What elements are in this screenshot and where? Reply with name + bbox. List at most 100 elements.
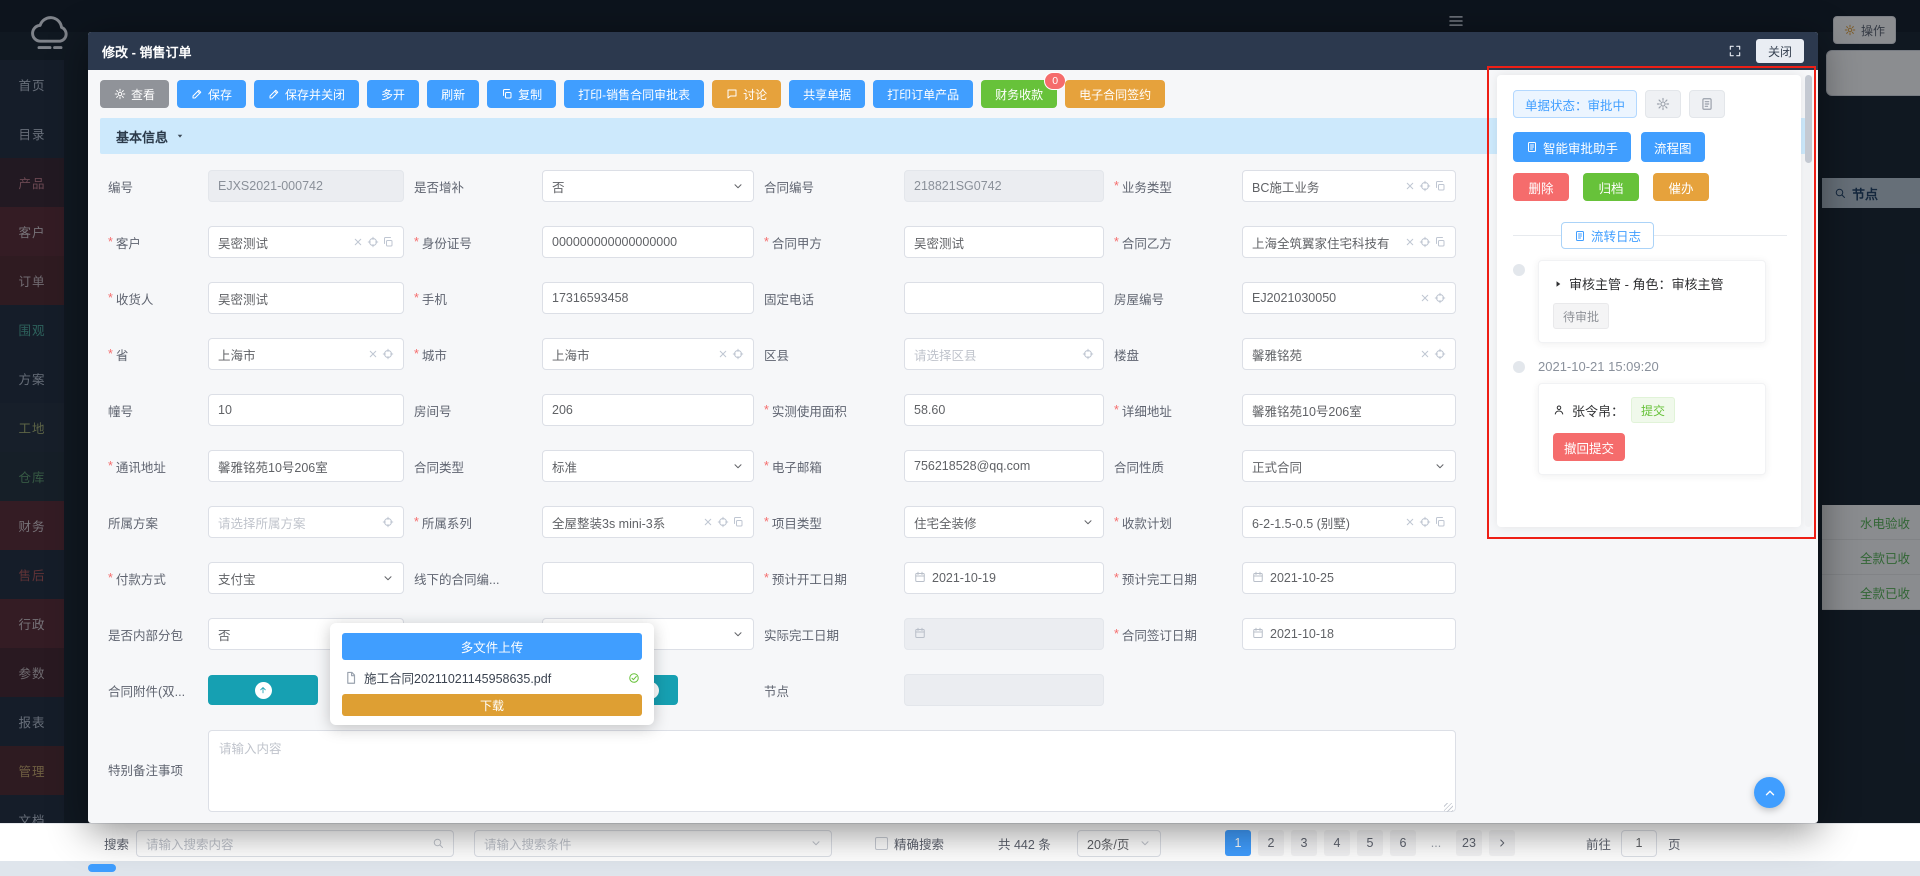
download-button[interactable]: 下载 — [342, 694, 642, 716]
urge-button[interactable]: 催办 — [1653, 173, 1709, 201]
pagination-page[interactable]: 5 — [1357, 830, 1383, 856]
multi-file-upload-button[interactable]: 多文件上传 — [342, 633, 642, 660]
toolbar-button[interactable]: 查看 — [100, 80, 170, 108]
goto-page-input[interactable] — [1621, 829, 1657, 857]
transfer-log-button[interactable]: 流转日志 — [1561, 222, 1655, 249]
toolbar-button[interactable]: 保存并关闭 — [254, 80, 360, 108]
clear-icon — [719, 350, 727, 358]
field-action-icons[interactable] — [367, 348, 394, 360]
form-select[interactable]: 正式合同 — [1242, 450, 1456, 482]
form-input[interactable]: BC施工业务 — [1242, 170, 1456, 202]
back-to-top-button[interactable] — [1754, 777, 1785, 808]
form-date-input[interactable]: 2021-10-25 — [1242, 562, 1456, 594]
form-input[interactable]: 206 — [542, 394, 754, 426]
form-input[interactable] — [904, 282, 1104, 314]
field-label: * 付款方式 — [108, 571, 166, 587]
required-asterisk: * — [764, 459, 769, 473]
form-input[interactable]: 000000000000000000 — [542, 226, 754, 258]
form-date-input[interactable]: 2021-10-19 — [904, 562, 1104, 594]
pagination-page[interactable]: 4 — [1324, 830, 1350, 856]
field-action-icons[interactable] — [1404, 180, 1446, 192]
checkbox[interactable] — [875, 836, 888, 850]
toolbar-button[interactable]: 多开 — [367, 80, 420, 108]
archive-button[interactable]: 归档 — [1583, 173, 1639, 201]
form-input[interactable]: 756218528@qq.com — [904, 450, 1104, 482]
form-input[interactable]: 馨雅铭苑10号206室 — [208, 450, 404, 482]
form-input[interactable]: 58.60 — [904, 394, 1104, 426]
pagination-page[interactable]: 23 — [1456, 830, 1482, 856]
clear-icon — [354, 238, 362, 246]
form-input[interactable]: 上海市 — [542, 338, 754, 370]
form-select[interactable]: 住宅全装修 — [904, 506, 1104, 538]
form-select[interactable]: 支付宝 — [208, 562, 404, 594]
page-size-select[interactable]: 20条/页 — [1077, 829, 1161, 857]
workflow-scrollbar[interactable] — [1805, 75, 1812, 527]
toolbar-button[interactable]: 打印-销售合同审批表 — [564, 80, 705, 108]
workflow-doc-button[interactable] — [1689, 90, 1726, 118]
toolbar-button[interactable]: 打印订单产品 — [873, 80, 974, 108]
toolbar-button[interactable]: 财务收款 0 — [981, 72, 1067, 108]
close-button[interactable]: 关闭 — [1755, 39, 1804, 63]
toolbar-button[interactable]: 复制 — [487, 80, 557, 108]
scrollbar-thumb[interactable] — [1805, 75, 1812, 163]
form-input[interactable]: 10 — [208, 394, 404, 426]
form-input[interactable]: EJ2021030050 — [1242, 282, 1456, 314]
workflow-settings-button[interactable] — [1645, 90, 1682, 118]
form-date-input[interactable]: 2021-10-18 — [1242, 618, 1456, 650]
form-input[interactable]: 请选择所属方案 — [208, 506, 404, 538]
toolbar-button-label: 打印订单产品 — [887, 87, 960, 102]
form-input[interactable] — [542, 562, 754, 594]
goto-unit: 页 — [1668, 837, 1681, 852]
search-input[interactable]: 请输入搜索内容 — [136, 829, 454, 857]
play-icon[interactable] — [1553, 279, 1563, 289]
assistant-label: 智能审批助手 — [1543, 141, 1619, 156]
form-select[interactable]: 否 — [542, 170, 754, 202]
field-action-icons[interactable] — [717, 348, 744, 360]
revoke-submit-button[interactable]: 撤回提交 — [1553, 433, 1626, 461]
timeline-dot — [1513, 361, 1525, 373]
form-select[interactable]: 标准 — [542, 450, 754, 482]
field-action-icons[interactable] — [702, 516, 744, 528]
remarks-textarea[interactable] — [208, 730, 1456, 812]
delete-button[interactable]: 删除 — [1513, 173, 1569, 201]
search-condition-select[interactable]: 请输入搜索条件 — [474, 829, 832, 857]
field-action-icons[interactable] — [1404, 516, 1446, 528]
exact-search-checkbox[interactable]: 精确搜索 — [875, 824, 944, 862]
pagination-page[interactable]: 6 — [1390, 830, 1416, 856]
horizontal-scrollbar[interactable] — [88, 864, 116, 872]
toolbar-button[interactable]: 共享单据 — [789, 80, 866, 108]
form-input[interactable]: 17316593458 — [542, 282, 754, 314]
form-input[interactable]: 上海全筑翼家住宅科技有 — [1242, 226, 1456, 258]
pagination-next-button[interactable] — [1489, 830, 1515, 856]
field-action-icons[interactable] — [1082, 348, 1094, 360]
field-action-icons[interactable] — [1419, 348, 1446, 360]
form-input[interactable]: 馨雅铭苑 — [1242, 338, 1456, 370]
fullscreen-icon[interactable] — [1728, 44, 1742, 58]
pagination-page[interactable]: 3 — [1291, 830, 1317, 856]
attachment-file-item[interactable]: 施工合同20211021145958635.pdf — [344, 668, 640, 687]
toolbar-button[interactable]: 刷新 — [427, 80, 480, 108]
field-label: 房屋编号 — [1114, 292, 1165, 307]
smart-approval-assistant-button[interactable]: 智能审批助手 — [1513, 132, 1632, 162]
form-input[interactable]: 上海市 — [208, 338, 404, 370]
pagination-page[interactable]: 1 — [1225, 830, 1251, 856]
form-input[interactable]: 馨雅铭苑10号206室 — [1242, 394, 1456, 426]
form-input[interactable]: 全屋整装3s mini-3系 — [542, 506, 754, 538]
form-input[interactable]: 吴密测试 — [904, 226, 1104, 258]
attachment-file-name: 施工合同20211021145958635.pdf — [364, 672, 552, 686]
form-input[interactable]: 吴密测试 — [208, 282, 404, 314]
form-input[interactable]: 请选择区县 — [904, 338, 1104, 370]
flowchart-button[interactable]: 流程图 — [1641, 132, 1705, 162]
toolbar-button[interactable]: 保存 — [177, 80, 247, 108]
toolbar-button[interactable]: 讨论 — [712, 80, 782, 108]
field-action-icons[interactable] — [382, 516, 394, 528]
upload-button[interactable] — [208, 675, 318, 705]
resize-handle-icon[interactable] — [1444, 803, 1453, 812]
field-action-icons[interactable] — [1404, 236, 1446, 248]
field-action-icons[interactable] — [1419, 292, 1446, 304]
form-input[interactable]: 6-2-1.5-0.5 (别墅) — [1242, 506, 1456, 538]
pagination-page[interactable]: 2 — [1258, 830, 1284, 856]
form-input[interactable]: 吴密测试 — [208, 226, 404, 258]
toolbar-button[interactable]: 电子合同签约 — [1065, 80, 1166, 108]
field-action-icons[interactable] — [352, 236, 394, 248]
